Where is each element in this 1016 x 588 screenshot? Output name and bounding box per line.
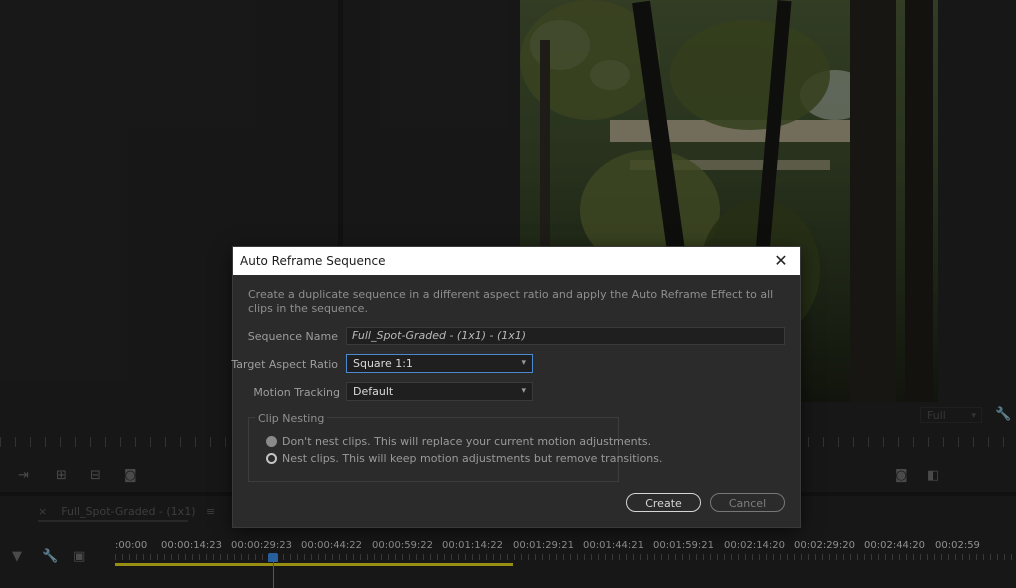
dialog-title: Auto Reframe Sequence [240, 254, 386, 268]
target-aspect-select[interactable]: Square 1:1 ▾ [346, 354, 533, 373]
auto-reframe-dialog: Auto Reframe Sequence ✕ Create a duplica… [231, 247, 800, 527]
clip-nesting-legend: Clip Nesting [255, 412, 328, 425]
clip-nesting-group [248, 417, 619, 482]
motion-tracking-select[interactable]: Default ▾ [346, 382, 533, 401]
nest-label[interactable]: Nest clips. This will keep motion adjust… [282, 452, 663, 465]
motion-tracking-value: Default [353, 385, 394, 398]
chevron-down-icon: ▾ [521, 358, 526, 368]
dialog-titlebar[interactable]: Auto Reframe Sequence ✕ [233, 247, 800, 275]
cancel-button[interactable]: Cancel [710, 493, 785, 512]
chevron-down-icon: ▾ [521, 386, 526, 396]
dont-nest-label[interactable]: Don't nest clips. This will replace your… [282, 435, 651, 448]
radio-dont-nest[interactable] [266, 436, 277, 447]
create-button[interactable]: Create [626, 493, 701, 512]
close-icon[interactable]: ✕ [772, 251, 790, 270]
sequence-name-label: Sequence Name [247, 330, 338, 343]
motion-tracking-label: Motion Tracking [253, 386, 340, 399]
sequence-name-input[interactable]: Full_Spot-Graded - (1x1) - (1x1) [346, 327, 785, 345]
target-aspect-value: Square 1:1 [353, 357, 413, 370]
dialog-description: Create a duplicate sequence in a differe… [248, 288, 774, 315]
radio-nest[interactable] [266, 453, 277, 464]
target-aspect-label: Target Aspect Ratio [231, 358, 338, 371]
